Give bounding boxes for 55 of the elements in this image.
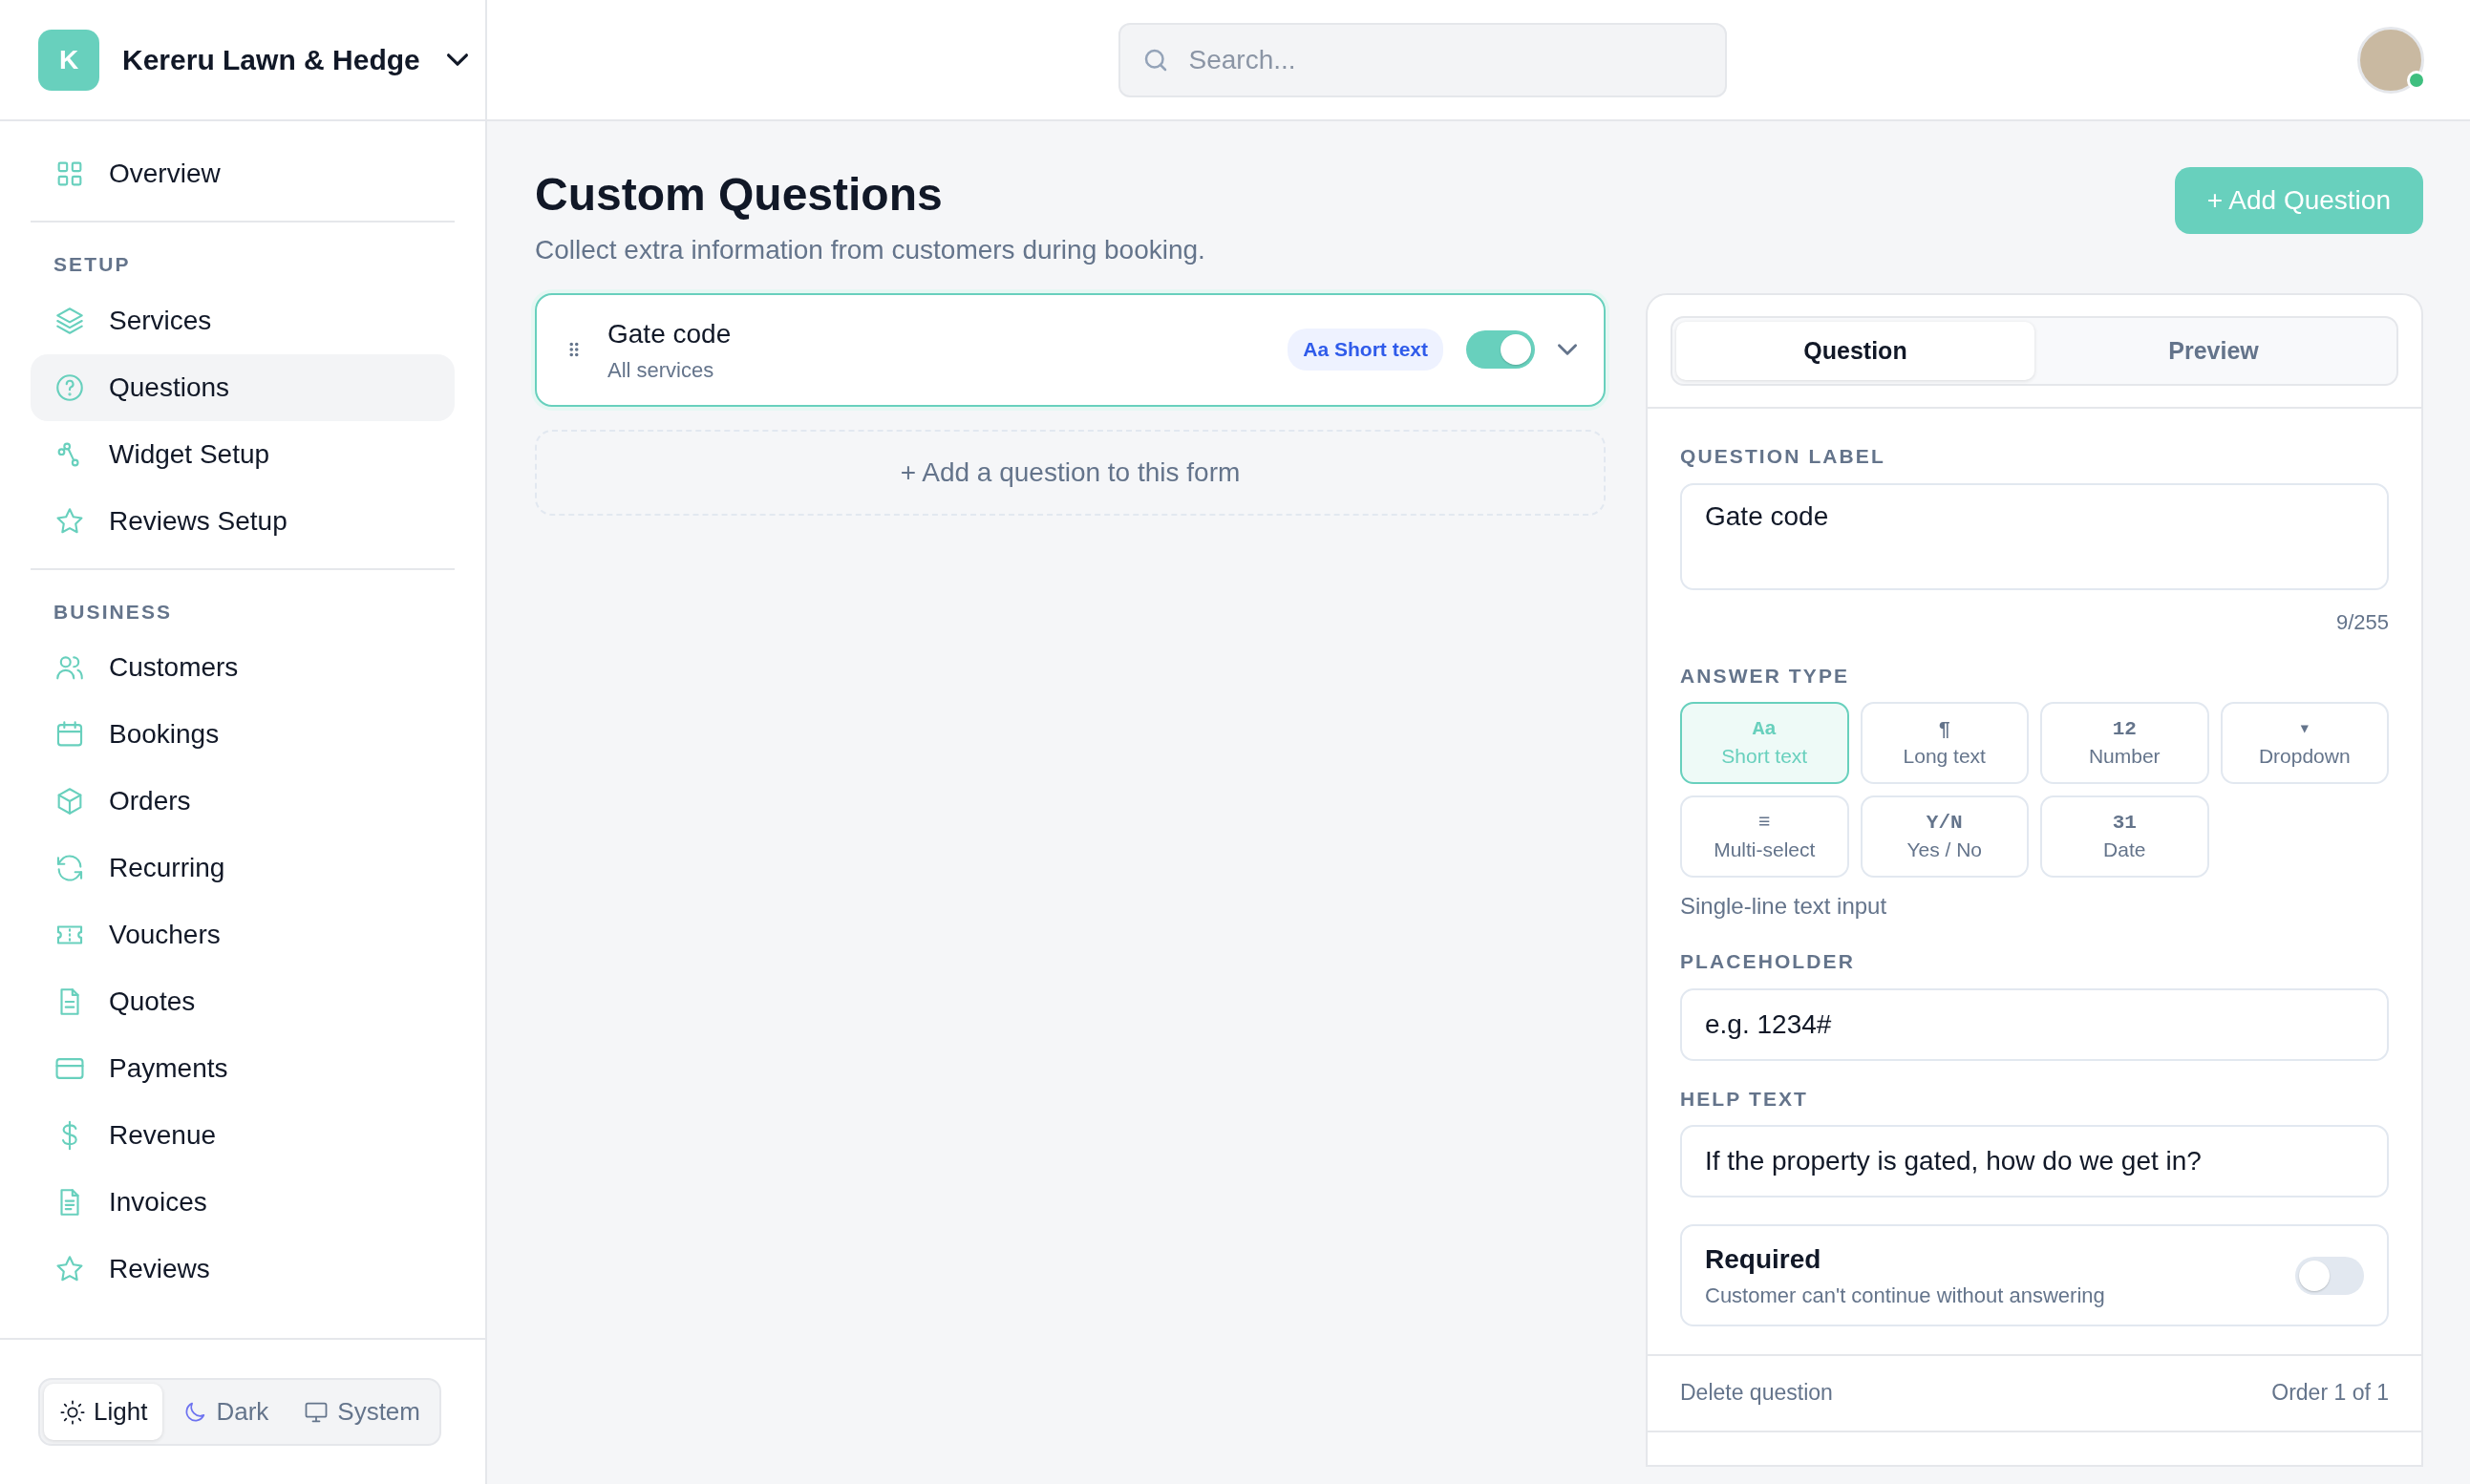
answer-type-option[interactable]: 31 Date — [2040, 795, 2209, 879]
sidebar-item[interactable]: Overview — [31, 140, 455, 207]
sidebar-item[interactable]: Services — [31, 286, 455, 354]
workspace-logo: K — [38, 29, 99, 91]
add-question-link[interactable]: + Add a question to this form — [535, 429, 1606, 516]
sidebar-item[interactable]: Invoices — [31, 1169, 455, 1236]
sidebar-item[interactable]: Bookings — [31, 701, 455, 768]
sidebar-item[interactable]: Recurring — [31, 835, 455, 901]
sidebar-item[interactable]: Orders — [31, 768, 455, 835]
theme-option[interactable]: Dark — [166, 1384, 285, 1440]
sidebar-item[interactable]: Questions — [31, 353, 455, 421]
field-label: ANSWER TYPE — [1680, 663, 1851, 689]
character-counter: 9/255 — [2334, 608, 2389, 636]
required-title: Required — [1705, 1243, 1822, 1277]
sidebar-item[interactable]: Vouchers — [31, 901, 455, 968]
question-order: Order 1 of 1 — [2271, 1379, 2389, 1408]
sidebar-item[interactable]: Reviews — [31, 1236, 455, 1303]
field-label: HELP TEXT — [1680, 1086, 1810, 1112]
theme-option[interactable]: Light — [44, 1384, 163, 1440]
page-subtitle: Collect extra information from customers during booking. — [535, 233, 1205, 266]
theme-option[interactable]: System — [287, 1384, 436, 1440]
sidebar-item[interactable]: Customers — [31, 634, 455, 701]
tab[interactable]: Preview — [2034, 321, 2393, 381]
sidebar-item[interactable]: Reviews Setup — [31, 487, 455, 555]
workspace-name: Kereru Lawn & Hedge — [122, 43, 420, 77]
toggle-switch[interactable] — [2295, 1256, 2364, 1295]
field-label: QUESTION LABEL — [1680, 444, 1886, 470]
sun-icon — [59, 1398, 86, 1426]
answer-type-option[interactable]: ¶ Long text — [1860, 702, 2029, 785]
section-heading: BUSINESS — [53, 599, 174, 625]
question-title: Gate code — [607, 317, 733, 350]
sidebar-item[interactable]: Payments — [31, 1035, 455, 1102]
answer-type-hint: Single-line text input — [1680, 892, 1888, 922]
search-field[interactable]: Search... — [1118, 22, 1727, 97]
sidebar-item[interactable]: Widget Setup — [31, 420, 455, 488]
tab[interactable]: Question — [1676, 321, 2034, 381]
answer-type-badge: Aa Short text — [1288, 329, 1443, 371]
section-heading: SETUP — [53, 252, 132, 277]
sidebar-item[interactable]: Revenue — [31, 1102, 455, 1169]
question-scope: All services — [607, 356, 715, 384]
chevron-down-icon — [446, 53, 468, 66]
answer-type-option[interactable]: 12 Number — [2040, 702, 2209, 785]
help-text-field[interactable]: If the property is gated, how do we get in? — [1680, 1125, 2389, 1198]
answer-type-option[interactable]: ▾ Dropdown — [2220, 702, 2389, 785]
question-label-field[interactable]: Gate code — [1680, 482, 2389, 590]
answer-type-option[interactable]: Y/N Yes / No — [1860, 795, 2029, 879]
chevron-down-icon — [1558, 344, 1577, 356]
field-label: PLACEHOLDER — [1680, 949, 1856, 975]
page-title: Custom Questions — [535, 168, 944, 222]
sidebar-item[interactable]: Quotes — [31, 968, 455, 1035]
delete-question-link[interactable]: Delete question — [1680, 1376, 1833, 1410]
toggle-switch[interactable] — [1466, 330, 1535, 370]
answer-type-option[interactable]: ≡ Multi-select — [1680, 795, 1849, 879]
placeholder-field[interactable]: e.g. 1234# — [1680, 987, 2389, 1061]
required-description: Customer can't continue without answering — [1705, 1283, 2105, 1310]
